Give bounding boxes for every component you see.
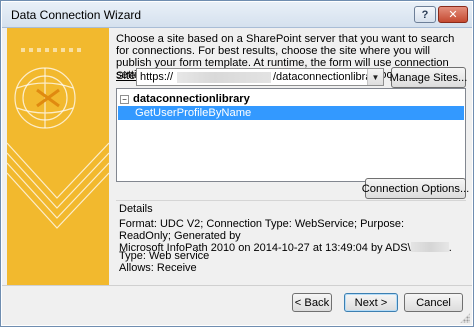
connection-options-button[interactable]: Connection Options... <box>362 178 469 199</box>
window-title: Data Connection Wizard <box>11 8 142 22</box>
cancel-button[interactable]: Cancel <box>404 293 463 312</box>
help-button[interactable]: ? <box>414 6 436 23</box>
details-type: Type: Web service <box>119 250 210 262</box>
details-format-line-1: Format: UDC V2; Connection Type: WebServ… <box>119 218 405 242</box>
site-combobox[interactable]: https:// /dataconnectionlibrary ▼ <box>136 68 384 86</box>
site-url-prefix: https:// <box>140 71 174 83</box>
manage-sites-button[interactable]: Manage Sites... <box>390 67 467 88</box>
footer-divider <box>2 285 472 286</box>
redacted-username <box>410 242 449 252</box>
site-url-suffix: /dataconnectionlibrary <box>273 71 381 83</box>
banner-graphic <box>7 28 109 285</box>
details-format-line-2-end: . <box>448 242 452 254</box>
redacted-host <box>177 72 271 83</box>
back-button[interactable]: < Back <box>292 293 332 312</box>
details-allows: Allows: Receive <box>119 262 197 274</box>
collapse-icon[interactable]: − <box>120 94 129 104</box>
next-button[interactable]: Next > <box>344 293 398 312</box>
resize-grip-icon[interactable] <box>460 313 470 323</box>
tree-root-node[interactable]: − dataconnectionlibrary <box>120 92 250 106</box>
main-panel: Choose a site based on a SharePoint serv… <box>113 28 469 285</box>
details-label: Details <box>119 203 153 215</box>
title-bar[interactable]: Data Connection Wizard ? ✕ <box>2 2 472 28</box>
tree-root-label: dataconnectionlibrary <box>133 93 250 105</box>
tree-item-selected[interactable]: GetUserProfileByName <box>118 106 464 120</box>
connection-tree[interactable]: − dataconnectionlibrary GetUserProfileBy… <box>116 88 466 182</box>
details-group: Details Format: UDC V2; Connection Type:… <box>116 200 466 280</box>
close-button[interactable]: ✕ <box>438 6 468 23</box>
wizard-window: Data Connection Wizard ? ✕ Choose a site… <box>0 0 474 327</box>
wizard-banner-image <box>7 28 109 285</box>
chevron-down-icon[interactable]: ▼ <box>367 69 383 85</box>
details-format-text: Format: UDC V2; Connection Type: WebServ… <box>119 218 459 254</box>
